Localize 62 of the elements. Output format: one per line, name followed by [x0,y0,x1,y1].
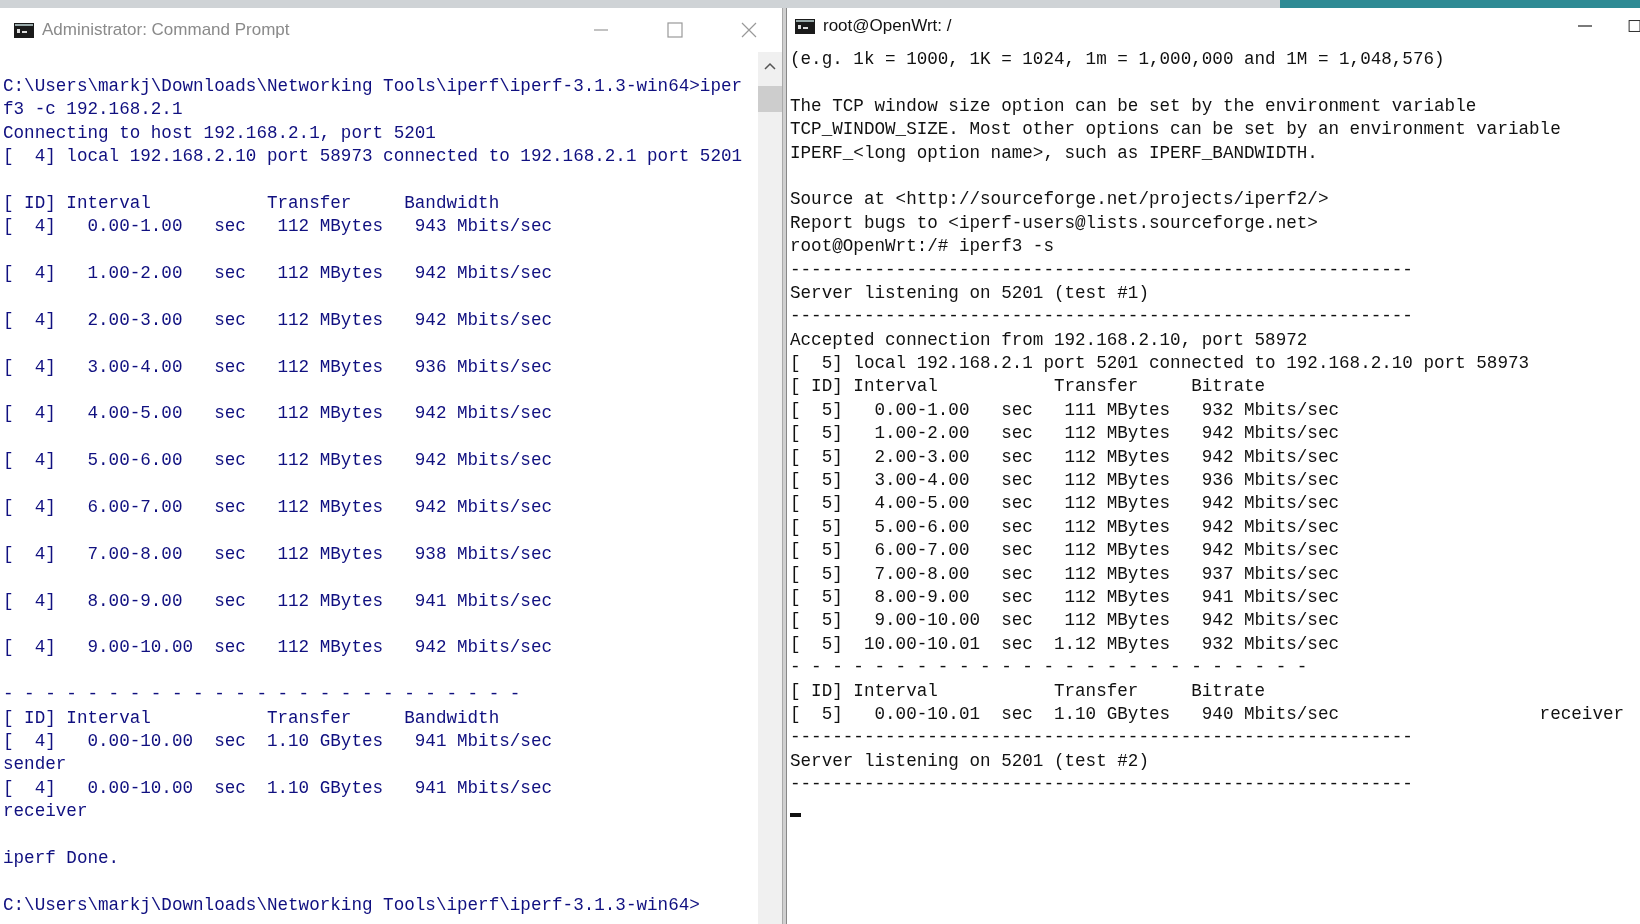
scrollbar-thumb[interactable] [758,86,782,112]
console-icon [14,22,34,38]
terminal-line: [ 5] 0.00-10.01 sec 1.10 GBytes 940 Mbits/sec receiver [790,702,1625,726]
terminal-line: [ 4] 6.00-7.00 sec 112 MBytes 942 Mbits/sec [3,496,552,520]
terminal-line: [ 4] 1.00-2.00 sec 112 MBytes 942 Mbits/sec [3,262,552,286]
terminal-line: [ 4] 8.00-9.00 sec 112 MBytes 941 Mbits/sec [3,589,552,613]
terminal-line: [ 4] 5.00-6.00 sec 112 MBytes 942 Mbits/sec [3,449,552,473]
window-title: Administrator: Command Prompt [42,19,290,42]
terminal-line: [ 5] 8.00-9.00 sec 112 MBytes 941 Mbits/sec [790,586,1339,609]
terminal-line: The TCP window size option can be set by the environment variable [790,94,1477,118]
terminal-line: [ 4] 2.00-3.00 sec 112 MBytes 942 Mbits/sec [3,308,552,332]
terminal-line: [ 4] local 192.168.2.10 port 58973 connected to 192.168.2.1 port 5201 [3,145,743,169]
console-icon [795,18,815,34]
terminal-line: [ ID] Interval Transfer Bitrate [790,679,1266,703]
terminal-line: Server listening on 5201 (test #1) [790,281,1149,305]
terminal-line: [ 5] 4.00-5.00 sec 112 MBytes 942 Mbits/sec [790,492,1339,516]
terminal-line: (e.g. 1k = 1000, 1K = 1024, 1m = 1,000,000 and 1M = 1,048,576) [790,48,1445,71]
terminal-line: [ 4] 3.00-4.00 sec 112 MBytes 936 Mbits/sec [3,355,552,379]
terminal-line: [ 4] 4.00-5.00 sec 112 MBytes 942 Mbits/sec [3,402,552,426]
terminal-line: [ 4] 7.00-8.00 sec 112 MBytes 938 Mbits/sec [3,542,552,566]
terminal-line: [ 4] 0.00-1.00 sec 112 MBytes 943 Mbits/sec [3,215,552,239]
terminal-line: - - - - - - - - - - - - - - - - - - - - - - - - - [3,683,521,707]
maximize-icon [1626,18,1640,34]
terminal-line: [ 5] 3.00-4.00 sec 112 MBytes 936 Mbits/sec [790,469,1339,493]
terminal-line: [ 5] 10.00-10.01 sec 1.12 MBytes 932 Mbits/sec [790,632,1339,656]
terminal-line: [ 5] 5.00-6.00 sec 112 MBytes 942 Mbits/sec [790,515,1339,539]
maximize-icon [667,22,683,38]
terminal-line: Connecting to host 192.168.2.1, port 5201 [3,121,436,145]
terminal-line: [ 5] 2.00-3.00 sec 112 MBytes 942 Mbits/sec [790,445,1339,469]
terminal-line: [ 5] 9.00-10.00 sec 112 MBytes 942 Mbits/sec [790,609,1339,633]
terminal-line: receiver [3,800,88,824]
terminal-line: sender [3,753,67,777]
terminal-line: ----------------------------------------------------------- [790,305,1413,329]
terminal-line: iperf Done. [3,846,120,870]
terminal-line: [ 4] 9.00-10.00 sec 112 MBytes 942 Mbits/sec [3,636,552,660]
terminal-line: - - - - - - - - - - - - - - - - - - - - - - - - - [790,656,1308,680]
terminal-line: [ 5] 6.00-7.00 sec 112 MBytes 942 Mbits/sec [790,539,1339,563]
terminal-line: [ 5] local 192.168.2.1 port 5201 connected to 192.168.2.10 port 58973 [790,352,1530,376]
terminal-line: TCP_WINDOW_SIZE. Most other options can be set by an environment variable [790,118,1561,142]
terminal-line: [ 5] 0.00-1.00 sec 111 MBytes 932 Mbits/sec [790,398,1339,422]
terminal-line: Source at <http://sourceforge.net/projects/iperf2/> [790,188,1329,212]
terminal-line: [ 4] 0.00-10.00 sec 1.10 GBytes 941 Mbits/sec [3,729,552,753]
terminal-line: [ 5] 1.00-2.00 sec 112 MBytes 942 Mbits/sec [790,422,1339,446]
terminal-line: [ 4] 0.00-10.00 sec 1.10 GBytes 941 Mbits/sec [3,776,552,800]
terminal-line: ----------------------------------------------------------- [790,258,1413,282]
close-icon [741,22,757,38]
terminal-line: f3 -c 192.168.2.1 [3,98,183,122]
terminal-line: [ ID] Interval Transfer Bandwidth [3,706,500,730]
terminal-line: [ 5] 7.00-8.00 sec 112 MBytes 937 Mbits/sec [790,562,1339,586]
terminal-line: IPERF_<long option name>, such as IPERF_BANDWIDTH. [790,141,1318,165]
terminal-line: Report bugs to <iperf-users@lists.sourceforge.net> [790,211,1318,235]
chevron-up-icon [764,61,776,71]
terminal-line: Server listening on 5201 (test #2) [790,749,1149,773]
terminal-line: C:\Users\markj\Downloads\Networking Tools\iperf\iperf-3.1.3-win64> [3,893,700,917]
terminal-line: ----------------------------------------------------------- [790,726,1413,750]
terminal-line: Accepted connection from 192.168.2.10, port 58972 [790,328,1308,352]
terminal-line: root@OpenWrt:/# iperf3 -s [790,235,1054,259]
terminal-line: [ ID] Interval Transfer Bitrate [790,375,1266,399]
terminal-line: [ ID] Interval Transfer Bandwidth [3,191,500,215]
terminal-line: ----------------------------------------------------------- [790,773,1413,797]
terminal-line: C:\Users\markj\Downloads\Networking Tools\iperf\iperf-3.1.3-win64>iper [3,75,743,98]
window-title: root@OpenWrt: / [823,15,952,38]
